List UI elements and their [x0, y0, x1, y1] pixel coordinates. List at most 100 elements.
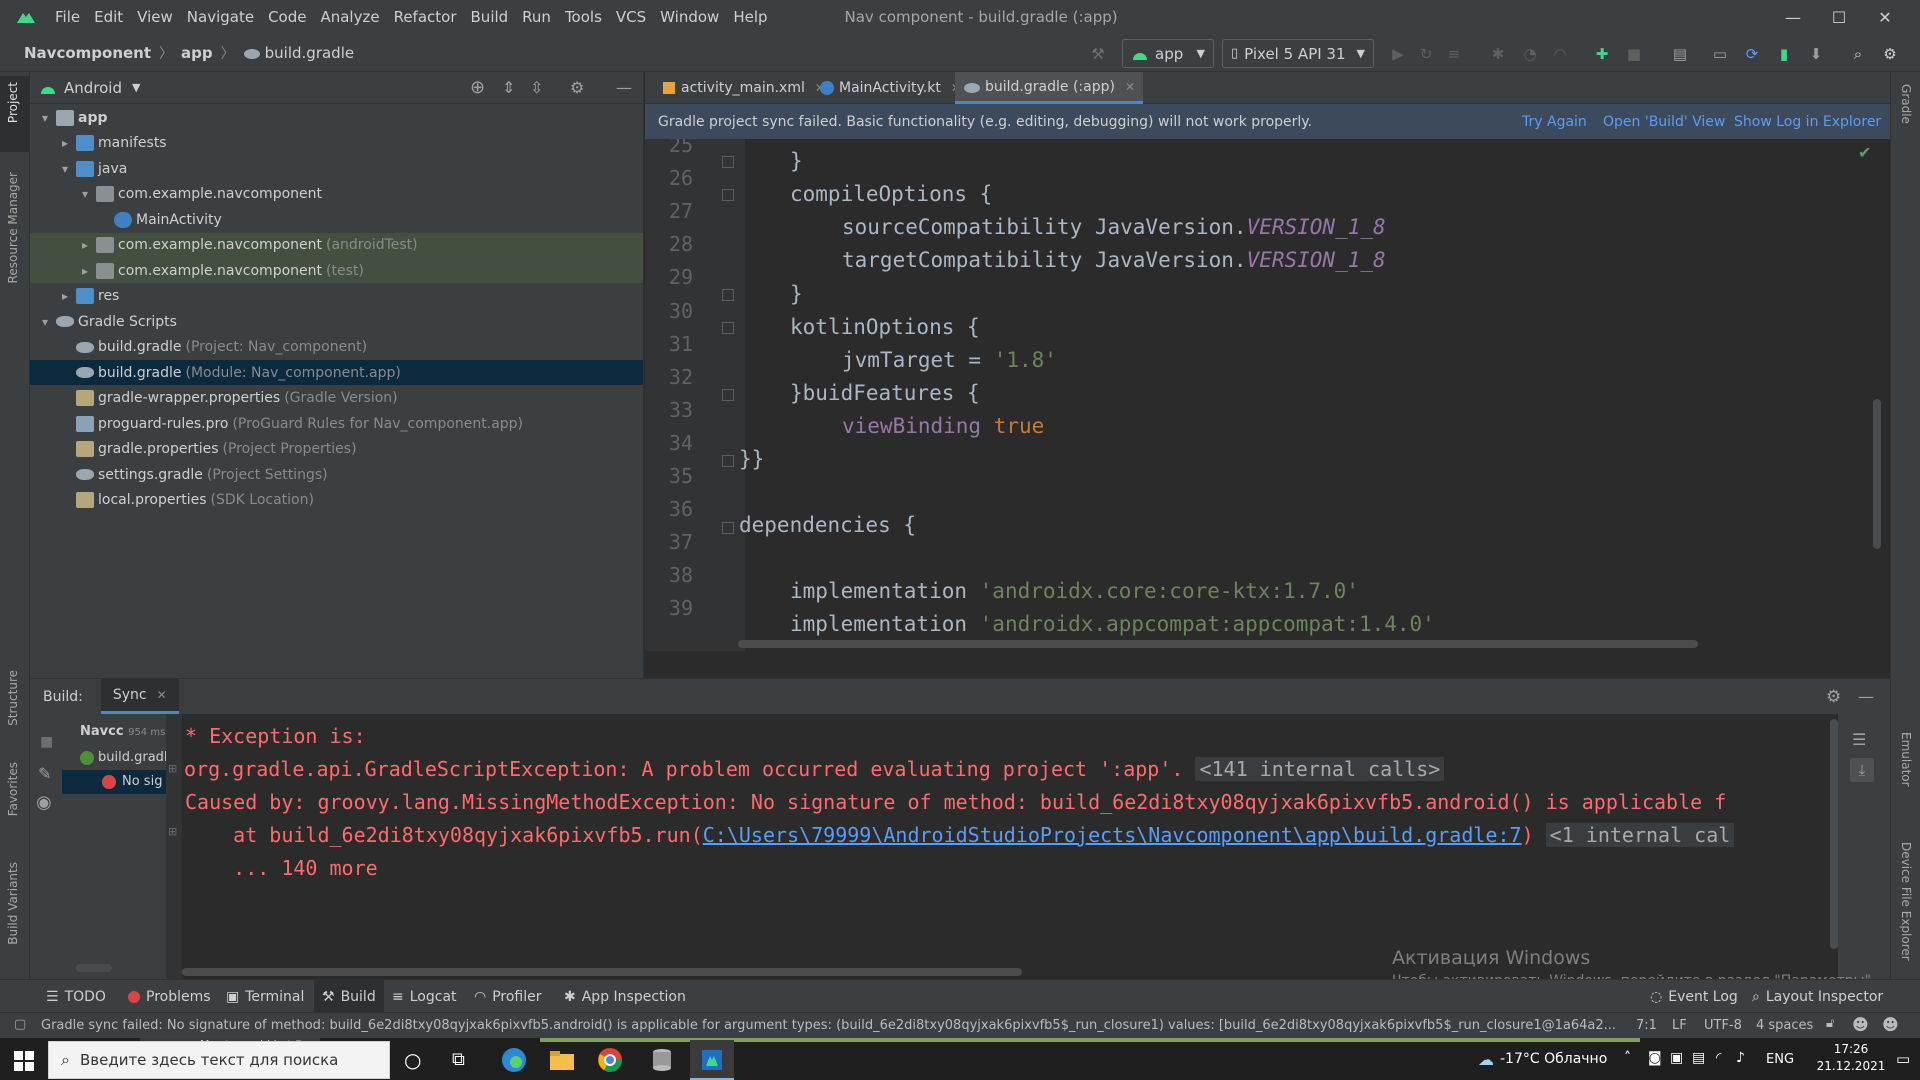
task-view-icon[interactable]: ⧉ [452, 1049, 465, 1070]
tray-app-icon[interactable]: ◙ [1648, 1050, 1662, 1066]
lock-icon[interactable]: 🔓︎ [1826, 1016, 1834, 1031]
cortana-icon[interactable]: ○ [404, 1048, 421, 1072]
run-config-select[interactable]: app ▼ [1122, 39, 1214, 68]
tool-app-inspection[interactable]: ✱ App Inspection [564, 980, 686, 1013]
device-select[interactable]: ▯ Pixel 5 API 31 ▼ [1222, 39, 1374, 68]
project-tree-item[interactable]: ▾ Gradle Scripts [30, 309, 643, 334]
project-tree-item[interactable]: build.gradle (Module: Nav_component.app) [30, 360, 643, 385]
tab-activity-main-xml[interactable]: activity_main.xml ✕ [653, 72, 833, 104]
hammer-build-icon[interactable]: ⚒ [1086, 42, 1110, 66]
close-window-button[interactable]: ✕ [1862, 0, 1908, 34]
clock[interactable]: 17:26 21.12.2021 [1808, 1042, 1894, 1073]
project-tree-item[interactable]: ▸ com.example.navcomponent (androidTest) [30, 232, 643, 258]
collapse-all-icon[interactable]: ⇳ [530, 78, 543, 97]
project-tree-item[interactable]: proguard-rules.pro (ProGuard Rules for Na… [30, 411, 643, 436]
apply-changes-icon[interactable]: ↻ [1414, 42, 1438, 66]
menu-window[interactable]: Window [653, 8, 726, 26]
fold-marker-icon[interactable] [722, 322, 734, 334]
debug-icon[interactable]: ✱ [1486, 42, 1510, 66]
minimize-button[interactable]: — [1770, 0, 1816, 34]
tree-chevron-icon[interactable]: ▾ [38, 111, 52, 125]
fold-marker-icon[interactable] [722, 522, 734, 534]
windows-start-icon[interactable] [14, 1051, 34, 1071]
open-build-view-link[interactable]: Open 'Build' View [1603, 114, 1725, 130]
attach-process-icon[interactable]: ✚ [1590, 42, 1614, 66]
tree-chevron-icon[interactable]: ▾ [38, 315, 52, 329]
tool-profiler[interactable]: ◠ Profiler [474, 980, 542, 1013]
soft-wrap-icon[interactable]: ☰ [1852, 730, 1866, 749]
database-app-icon[interactable] [648, 1046, 676, 1074]
volume-icon[interactable]: ♪ [1736, 1050, 1745, 1066]
tab-gradle[interactable]: Gradle [1899, 84, 1913, 124]
close-tab-icon[interactable]: ✕ [157, 688, 167, 702]
inspector-face-icon[interactable]: ☻ [1852, 1015, 1869, 1034]
tab-build-gradle-app[interactable]: build.gradle (:app) ✕ [955, 72, 1143, 104]
tool-todo[interactable]: ☰ TODO [46, 980, 106, 1013]
project-tree-item[interactable]: local.properties (SDK Location) [30, 488, 643, 513]
menu-refactor[interactable]: Refactor [387, 8, 464, 26]
console-hscrollbar[interactable] [182, 968, 1022, 976]
console-vscrollbar[interactable] [1830, 719, 1838, 949]
menu-edit[interactable]: Edit [87, 8, 130, 26]
project-tree-item[interactable]: ▸ manifests [30, 131, 643, 156]
tool-build[interactable]: ⚒ Build [314, 980, 384, 1013]
menu-vcs[interactable]: VCS [609, 8, 653, 26]
tab-resource-manager[interactable]: Resource Manager [6, 172, 20, 283]
maximize-button[interactable]: ☐ [1816, 0, 1862, 34]
taskbar-search[interactable]: ⌕ Введите здесь текст для поиска [48, 1041, 390, 1079]
project-tree-item[interactable]: settings.gradle (Project Settings) [30, 462, 643, 487]
tab-emulator[interactable]: Emulator [1899, 732, 1913, 787]
tray-chevron-up-icon[interactable]: ˄ [1624, 1050, 1631, 1066]
tab-favorites[interactable]: Favorites [6, 762, 20, 816]
tray-app-icon[interactable]: ▤ [1692, 1050, 1705, 1066]
tree-chevron-icon[interactable]: ▸ [58, 136, 72, 150]
tool-event-log[interactable]: ◌ Event Log [1650, 980, 1738, 1013]
project-structure-icon[interactable]: ▤ [1668, 42, 1692, 66]
build-gradle-link[interactable]: C:\Users\79999\AndroidStudioProjects\Nav… [703, 823, 1522, 847]
caret-position[interactable]: 7:1 [1636, 1018, 1657, 1033]
locate-file-icon[interactable]: ⊕ [470, 77, 485, 98]
attach-debugger-icon[interactable]: ◠ [1548, 42, 1572, 66]
breadcrumb-project[interactable]: Navcomponent [24, 44, 151, 62]
device-manager-icon[interactable]: ▮ [1772, 42, 1796, 66]
settings-icon[interactable]: ⚙ [1878, 42, 1902, 66]
gear-icon[interactable]: ⚙ [570, 78, 584, 97]
apply-code-changes-icon[interactable]: ≡ [1442, 42, 1466, 66]
code-editor[interactable]: 25 26 27 28 29 30 31 32 33 34 35 36 37 38 39 } compile… [645, 139, 1890, 651]
close-tab-icon[interactable]: ✕ [1125, 80, 1135, 94]
menu-help[interactable]: Help [726, 8, 774, 26]
breadcrumb-module[interactable]: app [181, 44, 213, 62]
status-message[interactable]: Gradle sync failed: No signature of meth… [41, 1018, 1621, 1033]
project-tree-item[interactable]: build.gradle (Project: Nav_component) [30, 335, 643, 360]
tab-build-variants[interactable]: Build Variants [6, 862, 20, 945]
hide-panel-icon[interactable]: — [616, 78, 632, 97]
tab-structure[interactable]: Structure [6, 670, 20, 726]
run-icon[interactable]: ▶ [1386, 42, 1410, 66]
tool-layout-inspector[interactable]: ⌕ Layout Inspector [1752, 980, 1883, 1013]
menu-code[interactable]: Code [261, 8, 313, 26]
avd-manager-icon[interactable]: ▭ [1708, 42, 1732, 66]
vertical-scrollbar[interactable] [1873, 399, 1881, 549]
sync-gradle-icon[interactable]: ⟳ [1740, 42, 1764, 66]
tree-chevron-icon[interactable]: ▾ [58, 162, 72, 176]
gear-icon[interactable]: ⚙ [1826, 687, 1841, 707]
fold-marker-icon[interactable] [722, 156, 734, 168]
expand-all-icon[interactable]: ⇕ [502, 78, 515, 97]
horizontal-scrollbar[interactable] [738, 640, 1698, 648]
notifications-icon[interactable]: ☻ [1882, 1015, 1899, 1034]
try-again-link[interactable]: Try Again [1522, 114, 1587, 130]
edge-icon[interactable] [500, 1046, 528, 1074]
hide-panel-icon[interactable]: — [1858, 687, 1874, 706]
menu-build[interactable]: Build [464, 8, 516, 26]
profile-icon[interactable]: ◔ [1518, 42, 1542, 66]
tree-chevron-icon[interactable]: ▸ [78, 264, 92, 278]
project-tree-item[interactable]: MainActivity [30, 207, 643, 232]
menu-analyze[interactable]: Analyze [313, 8, 386, 26]
weather-text[interactable]: -17°C Облачно [1500, 1051, 1607, 1067]
line-separator[interactable]: LF [1672, 1018, 1687, 1033]
tree-chevron-icon[interactable]: ▸ [78, 238, 92, 252]
wifi-icon[interactable]: ◜ [1716, 1050, 1721, 1066]
fold-marker-icon[interactable] [722, 455, 734, 467]
menu-run[interactable]: Run [515, 8, 558, 26]
internal-calls-fold[interactable]: <141 internal calls> [1195, 757, 1445, 781]
